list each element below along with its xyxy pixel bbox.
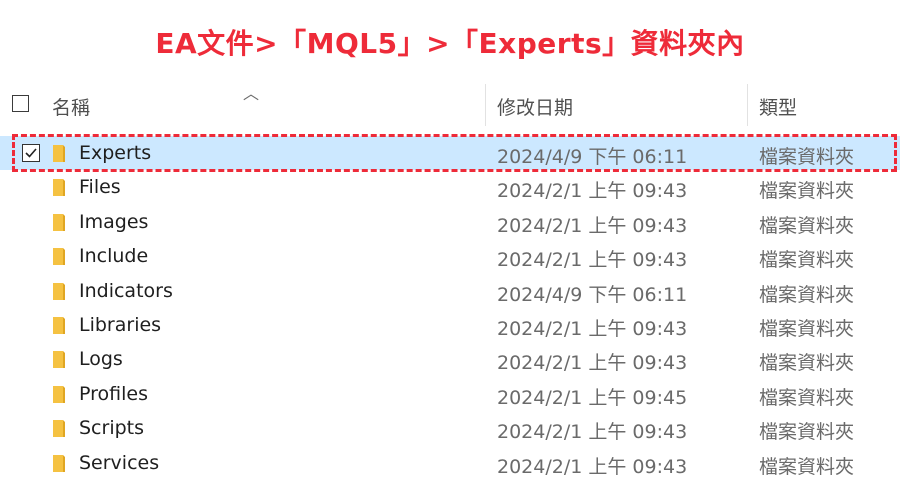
file-type: 檔案資料夾 xyxy=(759,386,855,409)
folder-icon xyxy=(52,144,66,163)
file-row[interactable]: Include 2024/2/1 上午 09:43 檔案資料夾 xyxy=(0,239,900,273)
select-all-checkbox[interactable] xyxy=(12,95,29,112)
folder-icon xyxy=(52,385,66,404)
date-modified: 2024/4/9 下午 06:11 xyxy=(497,146,688,168)
folder-icon xyxy=(52,282,66,301)
file-name[interactable]: Include xyxy=(79,245,148,267)
column-header: 名稱 ︿ 修改日期 類型 xyxy=(0,84,900,126)
file-row[interactable]: Libraries 2024/2/1 上午 09:43 檔案資料夾 xyxy=(0,308,900,342)
folder-icon xyxy=(52,454,66,473)
folder-icon xyxy=(52,419,66,438)
file-type: 檔案資料夾 xyxy=(759,283,855,306)
file-row[interactable]: Images 2024/2/1 上午 09:43 檔案資料夾 xyxy=(0,205,900,239)
column-date-modified[interactable]: 修改日期 xyxy=(497,93,573,120)
date-modified: 2024/2/1 上午 09:43 xyxy=(497,455,688,478)
folder-icon xyxy=(52,316,66,335)
file-row[interactable]: Services 2024/2/1 上午 09:43 檔案資料夾 xyxy=(0,446,900,480)
column-type[interactable]: 類型 xyxy=(759,93,797,120)
file-type: 檔案資料夾 xyxy=(759,421,855,444)
file-name[interactable]: Experts xyxy=(79,142,151,164)
file-name[interactable]: Images xyxy=(79,211,148,233)
file-row[interactable]: Profiles 2024/2/1 上午 09:45 檔案資料夾 xyxy=(0,377,900,411)
instruction-banner: EA文件>「MQL5」>「Experts」資料夾內 xyxy=(155,27,745,60)
date-modified: 2024/2/1 上午 09:43 xyxy=(497,352,688,375)
folder-icon xyxy=(52,350,66,369)
file-name[interactable]: Logs xyxy=(79,348,123,370)
file-type: 檔案資料夾 xyxy=(759,352,855,375)
chevron-up-icon: ︿ xyxy=(243,84,260,103)
file-type: 檔案資料夾 xyxy=(759,180,855,203)
file-row[interactable]: Logs 2024/2/1 上午 09:43 檔案資料夾 xyxy=(0,342,900,376)
file-name[interactable]: Files xyxy=(79,176,121,198)
file-type: 檔案資料夾 xyxy=(759,214,855,237)
checkmark-icon xyxy=(25,148,37,158)
file-name[interactable]: Profiles xyxy=(79,383,148,405)
file-type: 檔案資料夾 xyxy=(759,146,855,168)
date-modified: 2024/2/1 上午 09:43 xyxy=(497,249,688,272)
file-name[interactable]: Libraries xyxy=(79,314,161,336)
column-divider[interactable] xyxy=(747,84,748,126)
row-checkbox[interactable] xyxy=(22,144,40,162)
folder-icon xyxy=(52,213,66,232)
date-modified: 2024/2/1 上午 09:43 xyxy=(497,214,688,237)
folder-icon xyxy=(52,247,66,266)
date-modified: 2024/2/1 上午 09:43 xyxy=(497,421,688,444)
date-modified: 2024/2/1 上午 09:43 xyxy=(497,180,688,203)
column-divider[interactable] xyxy=(485,84,486,126)
folder-icon xyxy=(52,178,66,197)
file-row[interactable]: Indicators 2024/4/9 下午 06:11 檔案資料夾 xyxy=(0,274,900,308)
file-name[interactable]: Indicators xyxy=(79,280,173,302)
date-modified: 2024/4/9 下午 06:11 xyxy=(497,283,688,306)
file-row[interactable]: Experts 2024/4/9 下午 06:11 檔案資料夾 xyxy=(0,136,900,171)
file-row[interactable]: Scripts 2024/2/1 上午 09:43 檔案資料夾 xyxy=(0,411,900,445)
date-modified: 2024/2/1 上午 09:43 xyxy=(497,317,688,340)
date-modified: 2024/2/1 上午 09:45 xyxy=(497,386,688,409)
file-type: 檔案資料夾 xyxy=(759,317,855,340)
file-list: Experts 2024/4/9 下午 06:11 檔案資料夾 Files 2024/2… xyxy=(0,136,900,480)
file-name[interactable]: Services xyxy=(79,452,159,474)
column-name[interactable]: 名稱 xyxy=(52,93,90,120)
file-name[interactable]: Scripts xyxy=(79,417,144,439)
file-type: 檔案資料夾 xyxy=(759,455,855,478)
file-row[interactable]: Files 2024/2/1 上午 09:43 檔案資料夾 xyxy=(0,170,900,204)
file-type: 檔案資料夾 xyxy=(759,249,855,272)
